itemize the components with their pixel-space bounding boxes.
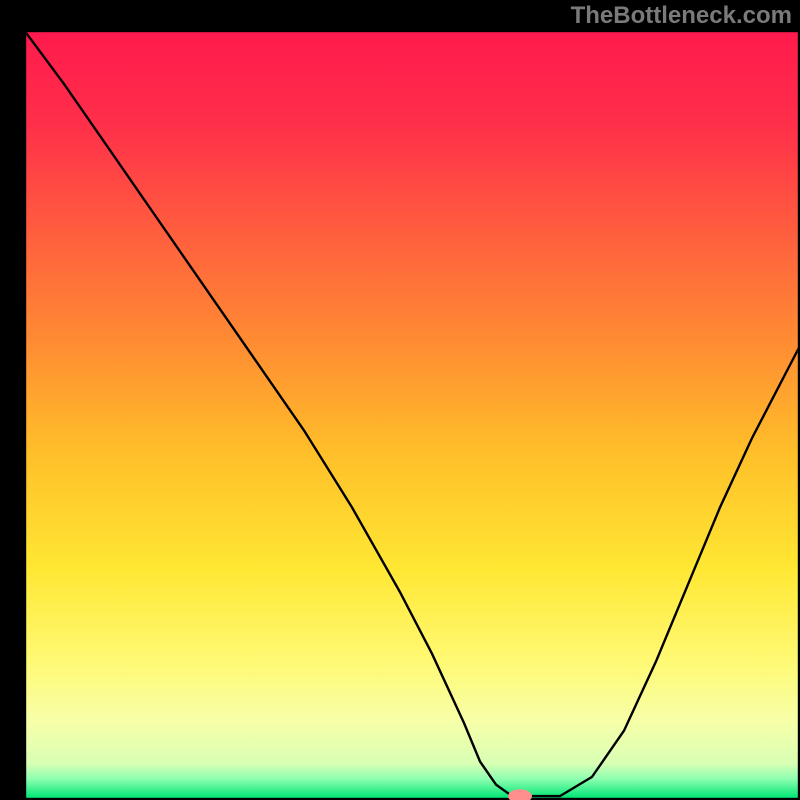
chart-container: TheBottleneck.com [0, 0, 800, 800]
bottleneck-chart [0, 0, 800, 800]
plot-area [26, 32, 798, 798]
watermark-text: TheBottleneck.com [571, 2, 792, 30]
